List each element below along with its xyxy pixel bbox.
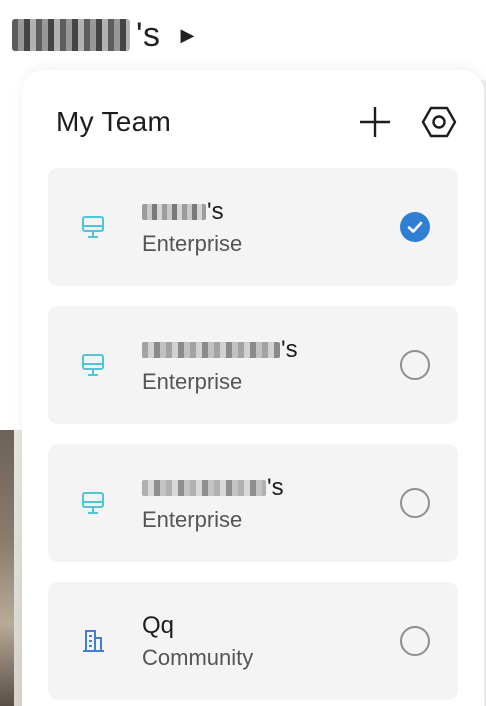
monitor-icon (78, 488, 108, 518)
backdrop-strip-left (0, 430, 14, 706)
team-name-redacted (142, 342, 280, 358)
panel-header: My Team (22, 92, 484, 152)
team-type: Enterprise (142, 369, 243, 394)
owner-name-suffix: 's (136, 16, 161, 54)
panel-title: My Team (56, 106, 172, 137)
team-card-text: 's Enterprise (142, 473, 284, 533)
settings-icon[interactable] (420, 103, 458, 141)
team-card-text: 's Enterprise (142, 197, 242, 257)
team-card-2[interactable]: 's Enterprise (48, 306, 458, 424)
radio-unselected[interactable] (400, 350, 430, 380)
team-name: Qq (142, 612, 175, 639)
team-type: Community (142, 645, 254, 670)
radio-unselected[interactable] (400, 626, 430, 656)
team-type: Enterprise (142, 231, 243, 256)
building-icon (78, 626, 108, 656)
team-card-text: 's Enterprise (142, 335, 298, 395)
team-card-text: Qq Community (142, 611, 253, 671)
team-panel: My Team 's Enterprise 's Enterprise 's E… (22, 70, 484, 706)
team-card-4[interactable]: Qq Community (48, 582, 458, 700)
team-name-suffix: 's (281, 336, 298, 363)
owner-name-redacted (12, 19, 130, 51)
team-card-3[interactable]: 's Enterprise (48, 444, 458, 562)
team-name-suffix: 's (267, 474, 284, 501)
caret-right-icon[interactable]: ▶ (181, 10, 195, 60)
monitor-icon (78, 350, 108, 380)
team-name-suffix: 's (207, 198, 224, 225)
screen: 's ▶ My Team 's Enterprise 's Enterprise… (0, 0, 486, 706)
team-name-redacted (142, 480, 266, 496)
monitor-icon (78, 212, 108, 242)
team-name: 's (142, 197, 242, 227)
team-type: Enterprise (142, 507, 243, 532)
radio-unselected[interactable] (400, 488, 430, 518)
team-card-1[interactable]: 's Enterprise (48, 168, 458, 286)
team-name-redacted (142, 204, 206, 220)
team-switcher-header[interactable]: 's ▶ (12, 10, 194, 60)
plus-icon[interactable] (356, 103, 394, 141)
team-name: 's (142, 335, 298, 365)
panel-actions (356, 92, 458, 152)
selected-check-icon[interactable] (400, 212, 430, 242)
team-name: 's (142, 473, 284, 503)
